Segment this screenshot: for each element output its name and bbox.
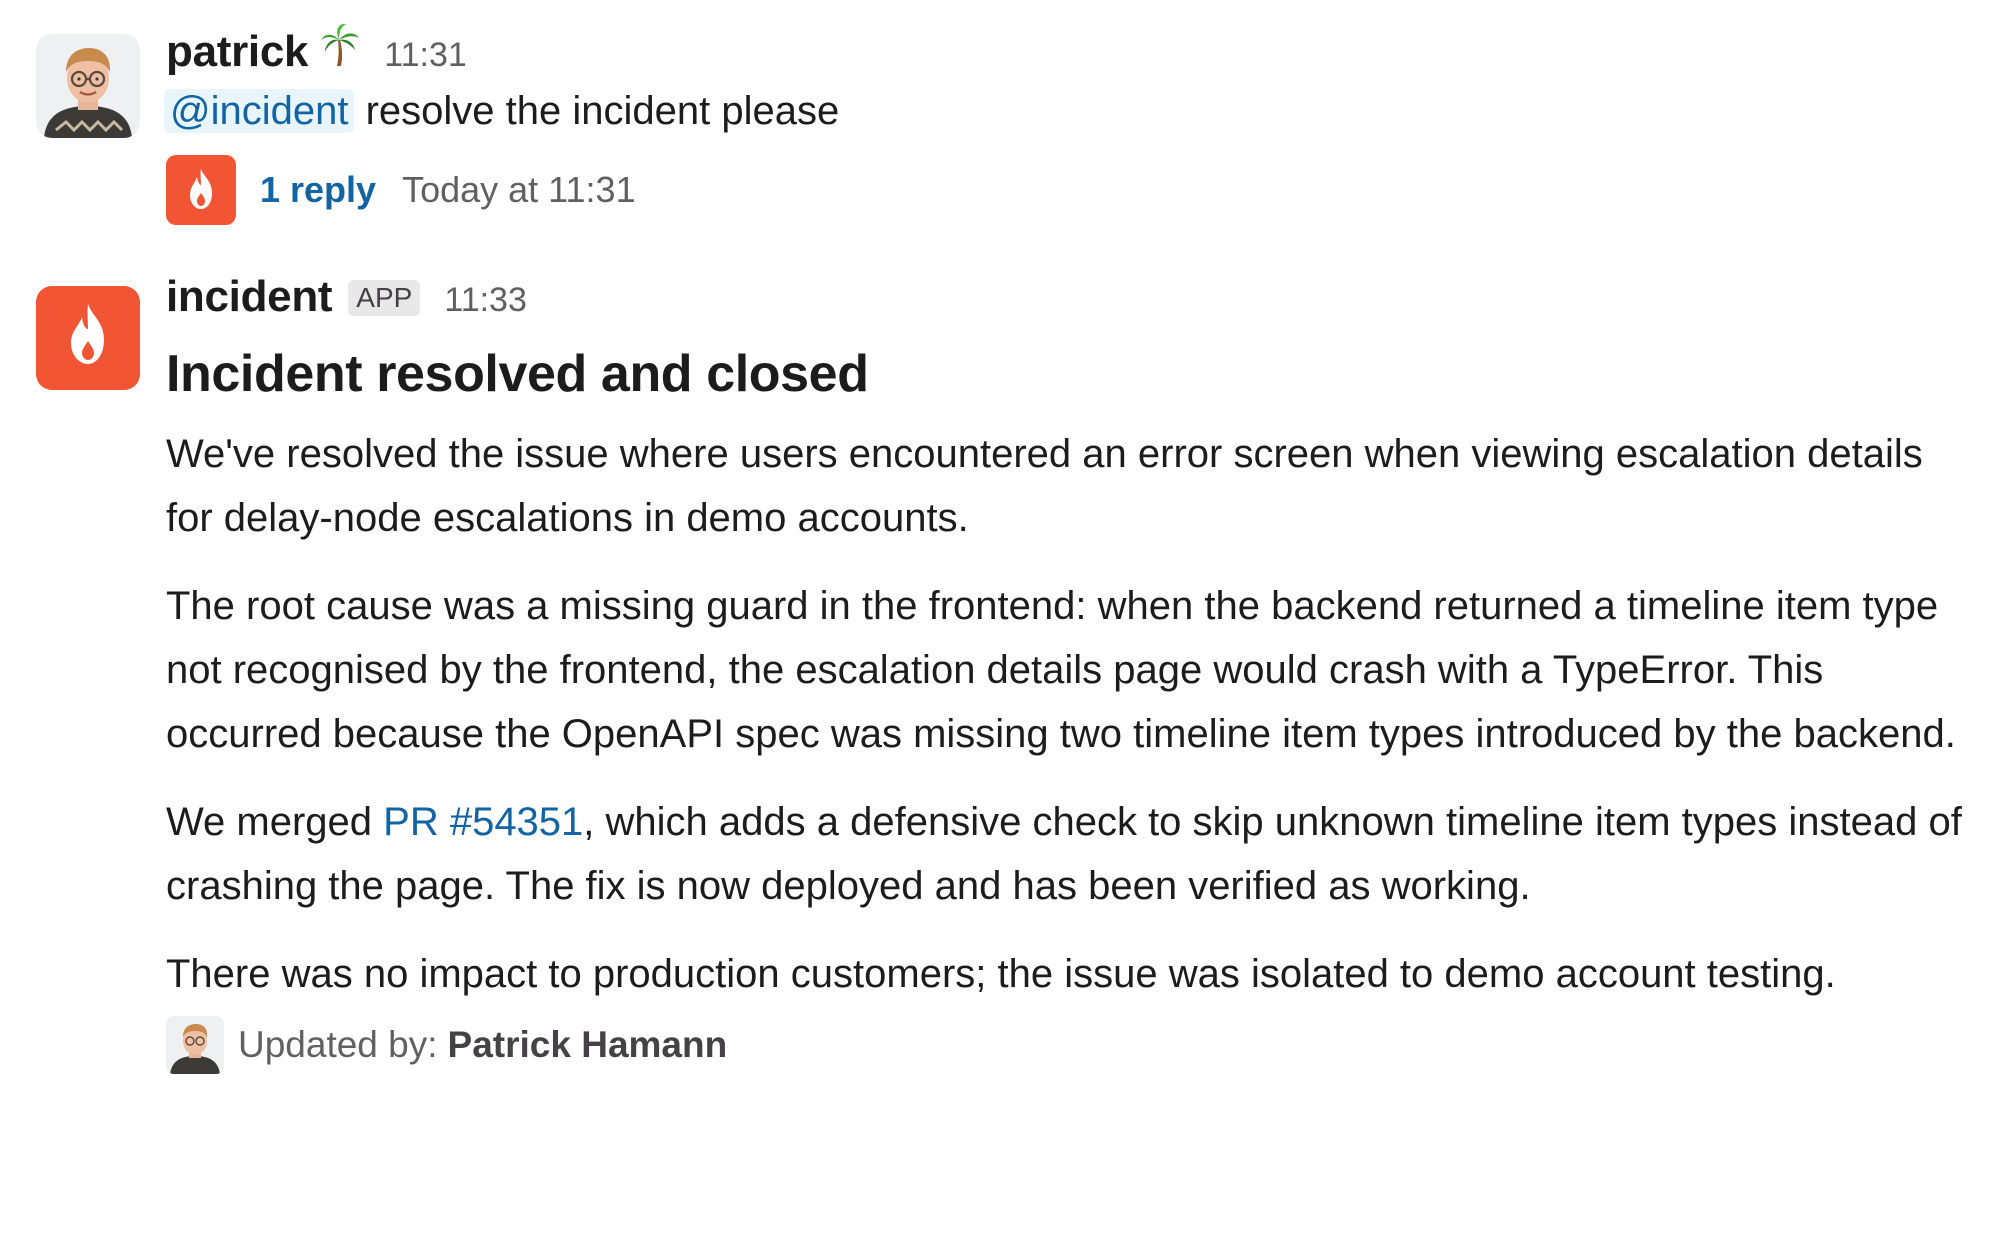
paragraph-fix: We merged PR #54351, which adds a defens… bbox=[166, 790, 1980, 918]
incident-app-icon bbox=[166, 155, 236, 225]
palm-tree-icon[interactable] bbox=[320, 22, 360, 66]
patrick-avatar[interactable] bbox=[36, 34, 140, 138]
updater-avatar[interactable] bbox=[166, 1016, 224, 1074]
updated-by: Updated by: Patrick Hamann bbox=[166, 1016, 1980, 1074]
author-name[interactable]: incident bbox=[166, 272, 333, 322]
message-timestamp[interactable]: 11:33 bbox=[444, 281, 527, 320]
paragraph-summary: We've resolved the issue where users enc… bbox=[166, 432, 1923, 540]
reply-count-link[interactable]: 1 reply bbox=[260, 169, 376, 211]
message-header: patrick 11:31 bbox=[166, 22, 1980, 77]
updated-by-name[interactable]: Patrick Hamann bbox=[448, 1024, 728, 1066]
paragraph-root-cause: The root cause was a missing guard in th… bbox=[166, 584, 1956, 756]
person-avatar-icon bbox=[36, 34, 140, 138]
thread-summary[interactable]: 1 reply Today at 11:31 bbox=[166, 155, 1980, 225]
person-avatar-icon bbox=[166, 1016, 224, 1074]
app-badge: APP bbox=[348, 280, 421, 316]
message-heading: Incident resolved and closed bbox=[166, 345, 869, 403]
updated-by-label: Updated by: bbox=[238, 1024, 438, 1065]
last-reply-time: Today at 11:31 bbox=[402, 169, 636, 210]
paragraph-impact: There was no impact to production custom… bbox=[166, 952, 1836, 996]
message-body: @incident resolve the incident please bbox=[164, 79, 1980, 143]
incident-flame-icon bbox=[36, 286, 140, 390]
fix-text-prefix: We merged bbox=[166, 800, 384, 844]
message-text: resolve the incident please bbox=[365, 89, 840, 133]
pull-request-link[interactable]: PR #54351 bbox=[383, 800, 583, 844]
user-mention[interactable]: @incident bbox=[164, 89, 355, 133]
incident-app-avatar[interactable] bbox=[36, 286, 140, 390]
message-timestamp[interactable]: 11:31 bbox=[384, 36, 467, 75]
author-name[interactable]: patrick bbox=[166, 27, 309, 77]
message-header: incident APP 11:33 bbox=[166, 272, 1980, 322]
